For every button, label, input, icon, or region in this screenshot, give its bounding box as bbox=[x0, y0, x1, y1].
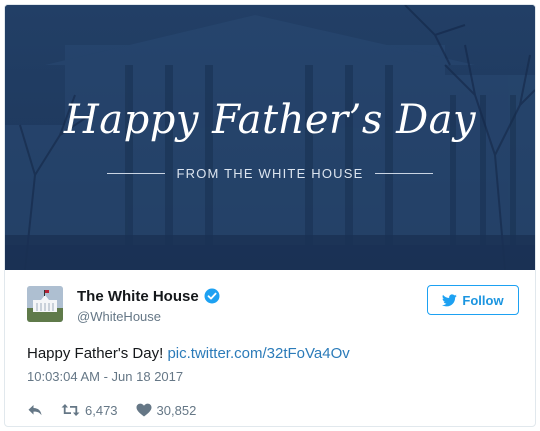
follow-button-label: Follow bbox=[462, 292, 504, 308]
tweet-actions: 6,473 30,852 bbox=[27, 400, 214, 420]
avatar[interactable] bbox=[27, 286, 63, 322]
author-name-line: The White House bbox=[77, 286, 220, 306]
author-handle[interactable]: @WhiteHouse bbox=[77, 309, 220, 324]
author-name-block: The White House @WhiteHouse bbox=[77, 286, 220, 324]
tweet-body: Happy Father's Day! bbox=[27, 345, 164, 362]
author-display-name[interactable]: The White House bbox=[77, 288, 199, 305]
hero-subtitle: FROM THE WHITE HOUSE bbox=[176, 165, 364, 181]
tweet-text: Happy Father's Day! pic.twitter.com/32tF… bbox=[27, 345, 350, 362]
tweet-media-link[interactable]: pic.twitter.com/32tFoVa4Ov bbox=[167, 345, 349, 362]
hero-subtitle-row: FROM THE WHITE HOUSE bbox=[5, 163, 535, 183]
hero-divider-right bbox=[375, 172, 434, 174]
follow-button[interactable]: Follow bbox=[427, 285, 519, 315]
tweet-author-row: The White House @WhiteHouse Follow bbox=[27, 285, 519, 326]
retweet-icon bbox=[61, 404, 80, 416]
like-button[interactable]: 30,852 bbox=[136, 402, 197, 418]
twitter-bird-icon bbox=[442, 293, 458, 306]
tweet-timestamp[interactable]: 10:03:04 AM - Jun 18 2017 bbox=[27, 369, 183, 384]
hero-divider-left bbox=[106, 172, 165, 174]
reply-icon bbox=[28, 405, 42, 416]
tweet-image[interactable]: Happy Father’s Day FROM THE WHITE HOUSE bbox=[5, 5, 535, 270]
retweet-button[interactable]: 6,473 bbox=[61, 403, 118, 418]
white-house-avatar-icon bbox=[27, 286, 63, 322]
hero-title: Happy Father’s Day bbox=[63, 97, 477, 143]
heart-icon bbox=[136, 403, 152, 417]
like-count: 30,852 bbox=[156, 402, 197, 418]
verified-badge-icon bbox=[204, 288, 220, 304]
retweet-count: 6,473 bbox=[85, 402, 118, 418]
tweet-card: Happy Father’s Day FROM THE WHITE HOUSE bbox=[4, 4, 536, 427]
reply-button[interactable] bbox=[27, 403, 43, 417]
